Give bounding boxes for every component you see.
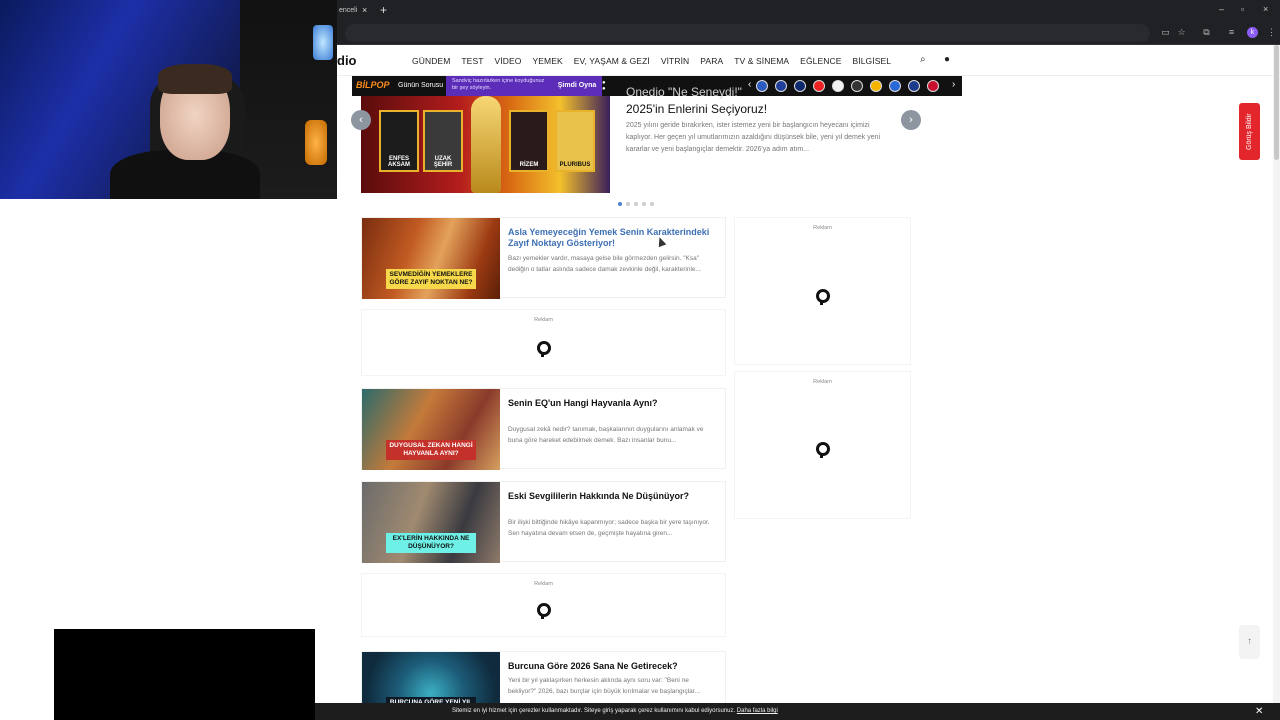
article-image-label: DUYGUSAL ZEKAN HANGİ HAYVANLA AYNI? xyxy=(386,440,476,460)
nav-item-video[interactable]: VİDEO xyxy=(495,56,522,66)
poster-image: ENFES AKSAM xyxy=(379,110,419,172)
carousel-dot[interactable] xyxy=(650,202,654,206)
sidebar-ad-slot[interactable]: Reklam xyxy=(734,217,911,365)
feedback-tab[interactable]: Görüş Bildir xyxy=(1239,103,1260,160)
nav-item-yemek[interactable]: YEMEK xyxy=(532,56,562,66)
carousel-next-button[interactable]: › xyxy=(901,110,921,130)
ad-logo-icon xyxy=(536,603,551,619)
article-description: Yeni bir yıl yaklaşırken herkesin aklınd… xyxy=(508,677,700,695)
nav-item-bilgisel[interactable]: BİLGİSEL xyxy=(853,56,892,66)
webcam-light-figure xyxy=(313,25,333,60)
extensions-icon[interactable]: ⧉ xyxy=(1201,27,1212,38)
carousel-dot[interactable] xyxy=(626,202,630,206)
carousel-pagination xyxy=(618,202,654,206)
ad-label: Reklam xyxy=(534,317,553,323)
poster-image: UZAK ŞEHİR xyxy=(423,110,463,172)
poster-image: RİZEM xyxy=(509,110,549,172)
minimize-icon[interactable]: – xyxy=(1219,4,1224,14)
restore-icon[interactable]: ▫ xyxy=(1241,4,1244,14)
article-card[interactable]: SEVMEDİĞİN YEMEKLERE GÖRE ZAYIF NOKTAN N… xyxy=(361,217,726,299)
article-description: Bazı yemekler vardır, masaya gelse bile … xyxy=(508,255,701,273)
nav-item-vitrin[interactable]: VİTRİN xyxy=(661,56,689,66)
article-image-label: SEVMEDİĞİN YEMEKLERE GÖRE ZAYIF NOKTAN N… xyxy=(386,269,476,289)
article-description: Duygusal zekâ nedir? tanımak, başkaların… xyxy=(508,426,704,444)
bilpop-play-button[interactable]: Şimdi Oyna xyxy=(552,76,602,96)
carousel-dot[interactable] xyxy=(634,202,638,206)
article-description: Bir ilişki bittiğinde hikâye kapanmıyor;… xyxy=(508,519,710,537)
article-image[interactable]: EX'LERİN HAKKINDA NE DÜŞÜNÜYOR? xyxy=(362,482,500,563)
ad-label: Reklam xyxy=(813,225,832,231)
nav-item-test[interactable]: TEST xyxy=(461,56,483,66)
url-field[interactable] xyxy=(345,24,1150,42)
ad-logo-icon xyxy=(815,289,830,305)
main-nav: GÜNDEM TEST VİDEO YEMEK EV, YAŞAM & GEZİ… xyxy=(412,56,891,66)
nav-item-ev-yasam-gezi[interactable]: EV, YAŞAM & GEZİ xyxy=(574,56,650,66)
window-close-icon[interactable]: × xyxy=(1263,4,1268,14)
search-icon[interactable]: ⌕ xyxy=(920,54,926,65)
bilpop-question-label: Günün Sorusu xyxy=(398,82,444,89)
article-title[interactable]: Senin EQ'un Hangi Hayvanla Aynı? xyxy=(508,398,718,409)
article-title[interactable]: Burcuna Göre 2026 Sana Ne Getirecek? xyxy=(508,661,718,672)
bilpop-more-icon[interactable]: ● ● xyxy=(602,80,606,92)
scrollbar-thumb[interactable] xyxy=(1274,45,1279,160)
cookie-text: Sitemiz en iyi hizmet için çerezler kull… xyxy=(452,708,778,714)
bookmark-star-icon[interactable]: ☆ xyxy=(1176,27,1187,38)
nav-item-tv-sinema[interactable]: TV & SİNEMA xyxy=(734,56,789,66)
webcam-person-hair xyxy=(158,64,232,94)
tab-search-icon[interactable]: ≡ xyxy=(1226,27,1237,38)
scroll-to-top-button[interactable]: ↑ xyxy=(1239,625,1260,659)
nav-item-para[interactable]: PARA xyxy=(700,56,723,66)
nav-item-eglence[interactable]: EĞLENCE xyxy=(800,56,841,66)
ad-logo-icon xyxy=(815,442,830,458)
close-tab-icon[interactable]: × xyxy=(362,5,367,15)
carousel-prev-button[interactable]: ‹ xyxy=(351,110,371,130)
ad-label: Reklam xyxy=(813,379,832,385)
cookie-close-icon[interactable]: ✕ xyxy=(1255,703,1263,720)
user-icon[interactable]: ● xyxy=(944,54,950,65)
article-card[interactable]: DUYGUSAL ZEKAN HANGİ HAYVANLA AYNI? Seni… xyxy=(361,388,726,470)
carousel-image[interactable]: ENFES AKSAM UZAK ŞEHİR RİZEM PLURIBUS xyxy=(361,96,610,193)
webcam-lamp xyxy=(305,120,327,165)
webcam-overlay xyxy=(0,0,337,199)
site-logo[interactable]: dio xyxy=(337,53,357,68)
ad-logo-icon xyxy=(536,341,551,357)
team-badge-icon[interactable] xyxy=(927,80,939,92)
article-image-label: EX'LERİN HAKKINDA NE DÜŞÜNÜYOR? xyxy=(386,533,476,553)
carousel-title-prev: Onedio "Ne Seneydi!" xyxy=(626,85,742,99)
nav-item-gundem[interactable]: GÜNDEM xyxy=(412,56,450,66)
trophy-image xyxy=(471,96,501,193)
bilpop-promo-text: Sandviç hazırlarken içine koyduğunuz bir… xyxy=(446,76,552,96)
profile-avatar[interactable]: k xyxy=(1247,27,1258,38)
flags-next-icon[interactable]: › xyxy=(952,79,955,90)
article-image[interactable]: DUYGUSAL ZEKAN HANGİ HAYVANLA AYNI? xyxy=(362,389,500,470)
carousel-title[interactable]: Onedio "Ne Seneydi!" 2025'in Enlerini Se… xyxy=(626,84,896,118)
ad-label: Reklam xyxy=(534,581,553,587)
cookie-banner: Sitemiz en iyi hizmet için çerezler kull… xyxy=(315,703,1280,720)
article-title[interactable]: Asla Yemeyeceğin Yemek Senin Karakterind… xyxy=(508,227,718,249)
featured-carousel[interactable]: ENFES AKSAM UZAK ŞEHİR RİZEM PLURIBUS On… xyxy=(361,85,911,193)
ad-slot[interactable]: Reklam xyxy=(361,309,726,376)
carousel-title-main[interactable]: 2025'in Enlerini Seçiyoruz! xyxy=(626,102,767,116)
poster-image: PLURIBUS xyxy=(555,110,595,172)
bilpop-logo[interactable]: BİLPOP xyxy=(356,80,390,90)
site-header: dio GÜNDEM TEST VİDEO YEMEK EV, YAŞAM & … xyxy=(337,45,1273,76)
video-overlay-box xyxy=(54,629,315,720)
cast-icon[interactable]: ▭ xyxy=(1160,27,1171,38)
team-badge-icon[interactable] xyxy=(908,80,920,92)
browser-tab[interactable]: enceli xyxy=(337,0,377,22)
article-card[interactable]: EX'LERİN HAKKINDA NE DÜŞÜNÜYOR? Eski Sev… xyxy=(361,481,726,563)
sidebar-ad-slot[interactable]: Reklam xyxy=(734,371,911,519)
carousel-dot[interactable] xyxy=(642,202,646,206)
new-tab-icon[interactable]: + xyxy=(380,3,387,17)
article-image[interactable]: SEVMEDİĞİN YEMEKLERE GÖRE ZAYIF NOKTAN N… xyxy=(362,218,500,299)
cookie-more-link[interactable]: Daha fazla bilgi xyxy=(737,708,778,714)
article-title[interactable]: Eski Sevgililerin Hakkında Ne Düşünüyor? xyxy=(508,491,718,502)
ad-slot[interactable]: Reklam xyxy=(361,573,726,637)
carousel-description: 2025 yılını geride bırakırken, ister ist… xyxy=(626,122,881,153)
carousel-dot[interactable] xyxy=(618,202,622,206)
menu-dots-icon[interactable]: ⋮ xyxy=(1266,27,1277,38)
